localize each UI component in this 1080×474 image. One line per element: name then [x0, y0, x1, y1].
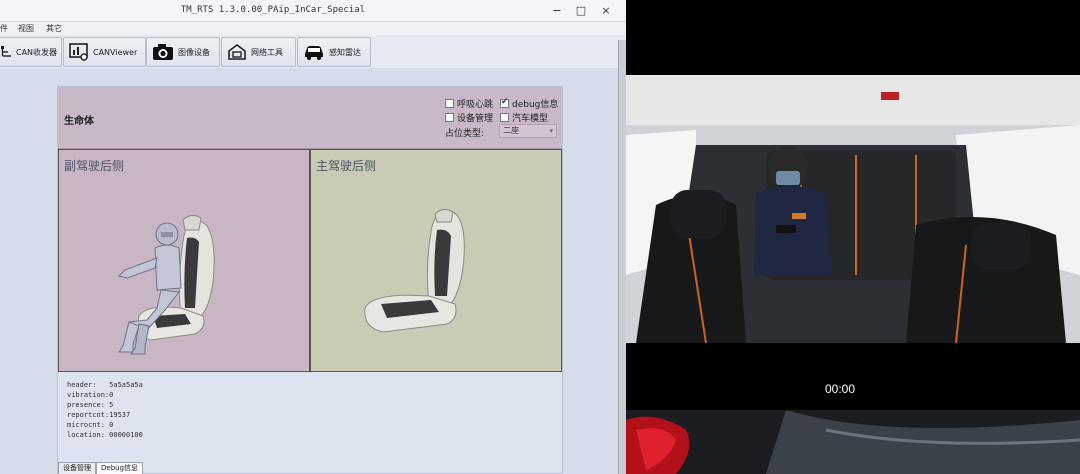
toolbar-label-can-transceiver: CAN收发器 — [16, 47, 58, 57]
title-bar: TM_RTS 1.3.0.00_PAip_InCar_Special − □ × — [0, 0, 626, 22]
option-debug-info[interactable]: debug信息 — [500, 97, 558, 110]
life-header: 生命体 呼吸心跳 debug信息 设备管理 汽车模型 占位类型: 二座 ▾ — [58, 87, 562, 149]
menu-view[interactable]: 视图 — [18, 22, 34, 35]
menu-bar: 件 视图 其它 — [0, 22, 626, 35]
debug-line-vibration: vibration:0 — [67, 391, 114, 399]
debug-line-reportcnt: reportcnt:19537 — [67, 411, 131, 419]
toolbar-label-can-viewer: CANViewer — [93, 47, 138, 57]
toolbar-label-image-device: 图像设备 — [178, 47, 210, 57]
toolbar-label-network-tool: 网络工具 — [251, 47, 283, 57]
debug-line-header: header: 5a5a5a5a — [67, 381, 143, 389]
seat-type-label: 占位类型: — [445, 129, 485, 139]
chevron-down-icon: ▾ — [549, 127, 553, 135]
zone-title-driver-rear: 主驾驶后侧 — [316, 159, 377, 173]
perception-radar-button[interactable]: 感知雷达 — [297, 37, 371, 67]
option-label: 设备管理 — [457, 114, 494, 124]
option-breath-heartbeat[interactable]: 呼吸心跳 — [445, 97, 493, 110]
video-time-display: 00:00 — [824, 382, 856, 396]
video-thumbnail-strip — [626, 410, 1080, 474]
option-label: 呼吸心跳 — [457, 100, 494, 110]
checkbox[interactable] — [445, 99, 454, 108]
bottom-tab-bar: 设备管理 Debug信息 — [58, 462, 144, 474]
can-transceiver-button[interactable]: CAN收发器 — [0, 37, 62, 67]
zone-title-passenger-rear: 副驾驶后侧 — [64, 159, 125, 173]
window-title: TM_RTS 1.3.0.00_PAip_InCar_Special — [180, 5, 366, 15]
option-car-model[interactable]: 汽车模型 — [500, 111, 548, 124]
option-label: debug信息 — [512, 100, 559, 110]
checkbox[interactable] — [445, 113, 454, 122]
zone-passenger-rear: 副驾驶后侧 — [58, 149, 310, 372]
can-viewer-button[interactable]: CANViewer — [63, 37, 146, 67]
option-device-management[interactable]: 设备管理 — [445, 111, 493, 124]
panel-title: 生命体 — [64, 116, 94, 127]
menu-other[interactable]: 其它 — [46, 22, 62, 35]
debug-line-presence: presence: 5 — [67, 401, 114, 409]
camera-icon — [153, 44, 173, 60]
debug-info-area: header: 5a5a5a5a vibration:0 presence: 5… — [58, 372, 562, 462]
close-button[interactable]: × — [597, 3, 615, 19]
seat-type-select[interactable]: 二座 ▾ — [499, 124, 557, 138]
debug-line-location: location: 00000100 — [67, 431, 143, 439]
image-device-button[interactable]: 图像设备 — [146, 37, 220, 67]
network-tool-icon — [228, 44, 246, 60]
network-tool-button[interactable]: 网络工具 — [221, 37, 296, 67]
can-viewer-icon — [69, 43, 88, 61]
tab-debug-info[interactable]: Debug信息 — [96, 462, 144, 474]
option-label: 汽车模型 — [512, 114, 549, 124]
car-radar-icon — [305, 46, 323, 60]
seat-with-occupant-illustration — [118, 214, 215, 355]
minimize-button[interactable]: − — [548, 3, 566, 19]
debug-line-microcnt: microcnt: 0 — [67, 421, 114, 429]
empty-seat-illustration — [364, 208, 465, 333]
life-detection-panel: 生命体 呼吸心跳 debug信息 设备管理 汽车模型 占位类型: 二座 ▾ — [57, 86, 563, 474]
window-edge-strip — [618, 40, 626, 474]
checkbox-checked[interactable] — [500, 97, 509, 108]
menu-file[interactable]: 件 — [0, 22, 8, 35]
checkbox[interactable] — [500, 113, 509, 122]
can-transceiver-icon — [1, 46, 11, 57]
car-interior-camera-frame — [626, 75, 1080, 343]
seat-type-value: 二座 — [503, 126, 519, 135]
toolbar-label-perception-radar: 感知雷达 — [329, 47, 361, 57]
maximize-button[interactable]: □ — [572, 3, 590, 19]
tab-device-management[interactable]: 设备管理 — [58, 462, 96, 474]
app-window: TM_RTS 1.3.0.00_PAip_InCar_Special − □ ×… — [0, 0, 626, 474]
toolbar: CAN收发器 CANViewer 图像设备 网络工具 感知雷达 — [0, 35, 626, 68]
zone-driver-rear: 主驾驶后侧 — [310, 149, 562, 372]
